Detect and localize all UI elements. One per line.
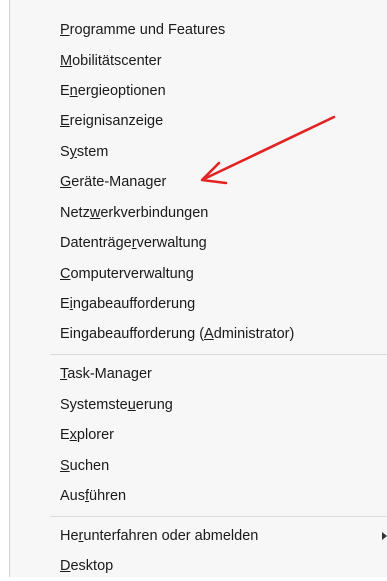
menu-item-netzwerkverbindungen[interactable]: Netzwerkverbindungen [10,198,387,228]
menu-item-system[interactable]: System [10,137,387,167]
menu-item-explorer[interactable]: Explorer [10,420,387,450]
menu-item-herunterfahren[interactable]: Herunterfahren oder abmelden [10,521,387,551]
submenu-arrow-icon [382,532,387,540]
menu-item-task-manager[interactable]: Task-Manager [10,359,387,389]
menu-item-geraete-manager[interactable]: Geräte-Manager [10,167,387,197]
win-x-context-menu: Programme und Features Mobilitätscenter … [9,0,387,577]
menu-item-systemsteuerung[interactable]: Systemsteuerung [10,390,387,420]
menu-item-datentraegerverwaltung[interactable]: Datenträgerverwaltung [10,228,387,258]
menu-item-energieoptionen[interactable]: Energieoptionen [10,76,387,106]
menu-item-suchen[interactable]: Suchen [10,451,387,481]
menu-item-mobilitaetscenter[interactable]: Mobilitätscenter [10,46,387,76]
menu-item-computerverwaltung[interactable]: Computerverwaltung [10,259,387,289]
menu-item-eingabeaufforderung[interactable]: Eingabeaufforderung [10,289,387,319]
menu-item-ausfuehren[interactable]: Ausführen [10,481,387,511]
menu-item-eingabeaufforderung-admin[interactable]: Eingabeaufforderung (Administrator) [10,319,387,349]
menu-separator [50,516,387,517]
screenshot-frame: Programme und Features Mobilitätscenter … [0,0,387,577]
menu-item-ereignisanzeige[interactable]: Ereignisanzeige [10,106,387,136]
menu-item-programme-und-features[interactable]: Programme und Features [10,15,387,45]
menu-separator [50,354,387,355]
